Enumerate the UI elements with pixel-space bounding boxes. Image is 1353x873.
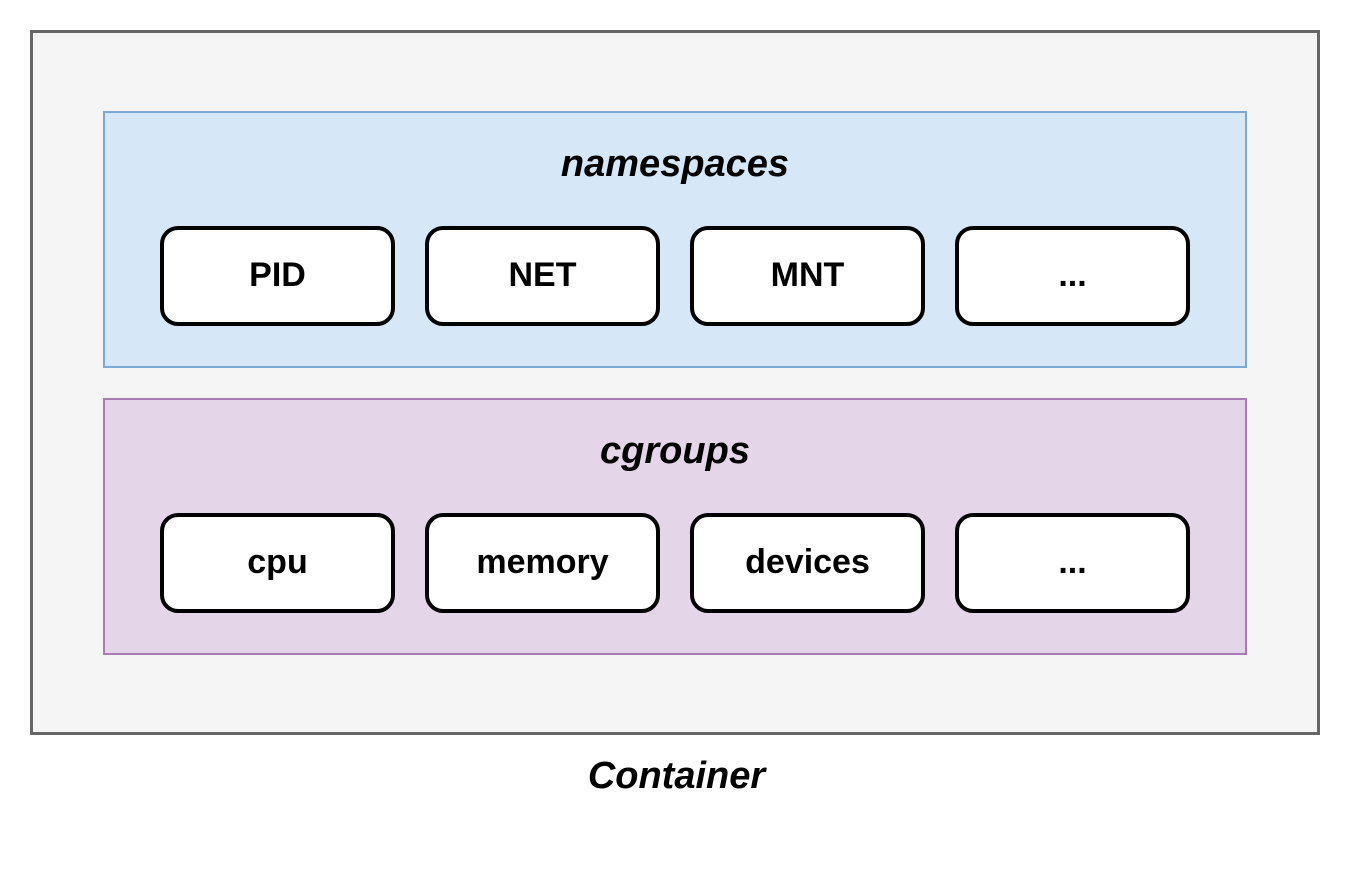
namespace-item-net: NET <box>425 226 660 326</box>
namespace-item-pid: PID <box>160 226 395 326</box>
cgroups-title: cgroups <box>160 430 1190 473</box>
cgroup-item-more: ... <box>955 513 1190 613</box>
cgroup-item-cpu: cpu <box>160 513 395 613</box>
container-caption: Container <box>30 755 1323 798</box>
namespace-item-mnt: MNT <box>690 226 925 326</box>
cgroups-section: cgroups cpu memory devices ... <box>103 398 1247 655</box>
cgroup-item-memory: memory <box>425 513 660 613</box>
cgroups-items-row: cpu memory devices ... <box>160 513 1190 613</box>
namespace-item-more: ... <box>955 226 1190 326</box>
namespaces-title: namespaces <box>160 143 1190 186</box>
namespaces-section: namespaces PID NET MNT ... <box>103 111 1247 368</box>
namespaces-items-row: PID NET MNT ... <box>160 226 1190 326</box>
container-box: namespaces PID NET MNT ... cgroups cpu m… <box>30 30 1320 735</box>
cgroup-item-devices: devices <box>690 513 925 613</box>
